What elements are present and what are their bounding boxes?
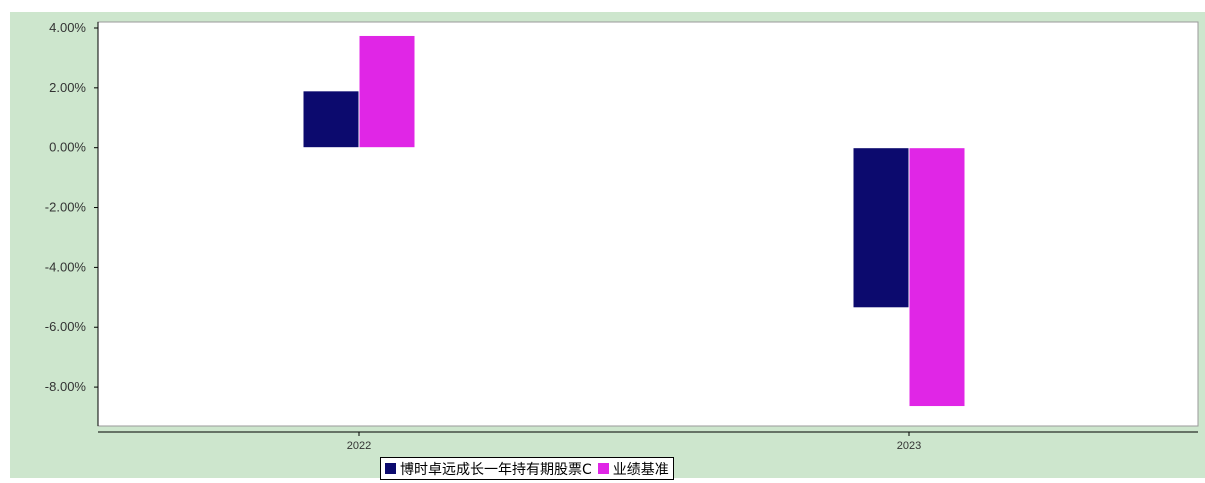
chart-svg: 4.00%2.00%0.00%-2.00%-4.00%-6.00%-8.00% … [10, 12, 1205, 478]
y-tick-label: -8.00% [45, 379, 87, 394]
legend-swatch-series-1 [385, 463, 396, 474]
y-tick-label: 2.00% [49, 80, 86, 95]
legend-swatch-series-2 [597, 463, 609, 474]
y-tick-label: 0.00% [49, 140, 86, 155]
bar-series-1-2023 [852, 147, 910, 309]
y-tick-label: -6.00% [45, 319, 87, 334]
plot-area [97, 21, 1199, 427]
legend-item-series-2: 业绩基准 [597, 459, 669, 479]
bar-series-1-2022 [302, 90, 360, 149]
legend-label-series-2: 业绩基准 [612, 461, 669, 478]
x-tick-label: 2022 [347, 440, 371, 452]
y-tick-label: -2.00% [45, 200, 87, 215]
y-tick-label: -4.00% [45, 259, 87, 274]
x-tick-label: 2023 [897, 440, 921, 452]
legend-item-series-1: 博时卓远成长一年持有期股票C [385, 459, 592, 479]
bar-series-2-2022 [358, 34, 416, 149]
chart: 4.00% 2.00% 0.00% -2.00% -4.00% -6.00% -8.00% … [0, 0, 1205, 480]
legend-label-series-1: 博时卓远成长一年持有期股票C [400, 461, 592, 478]
bar-series-2-2023 [908, 147, 966, 408]
legend: 博时卓远成长一年持有期股票C 业绩基准 [380, 457, 674, 480]
y-tick-label: 4.00% [49, 20, 86, 35]
